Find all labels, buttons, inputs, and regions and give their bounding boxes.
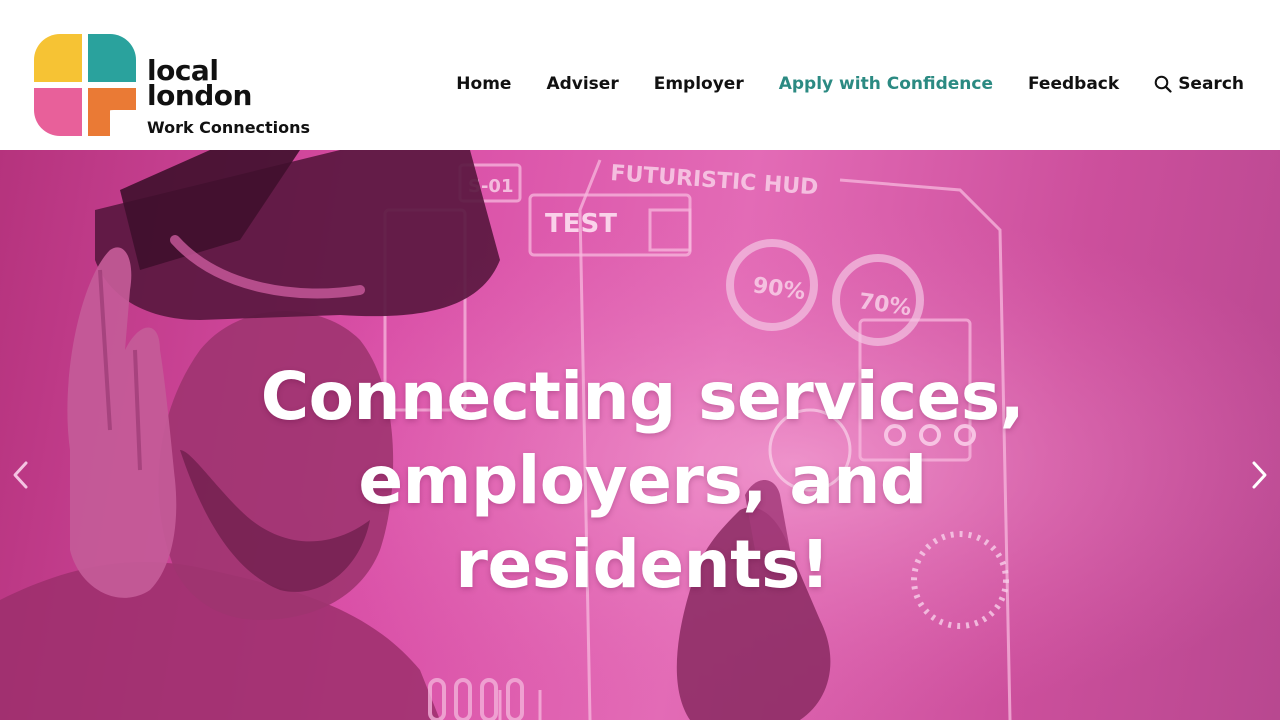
chevron-right-icon [1252, 461, 1267, 489]
logo-tagline: Work Connections [147, 118, 311, 137]
carousel-next-button[interactable] [1244, 455, 1274, 495]
nav-search-label: Search [1178, 74, 1244, 94]
nav-employer[interactable]: Employer [654, 74, 744, 94]
logo-line-2: london [147, 79, 252, 112]
site-header: local london Work Connections Home Advis… [0, 0, 1280, 150]
nav-home[interactable]: Home [456, 74, 511, 94]
hero-carousel: FUTURISTIC HUD S-01 TEST 90% 70% Connect… [0, 150, 1280, 720]
search-icon [1154, 75, 1172, 93]
carousel-prev-button[interactable] [6, 455, 36, 495]
site-logo[interactable]: local london Work Connections [34, 34, 324, 144]
main-nav: Home Adviser Employer Apply with Confide… [456, 70, 1244, 98]
hero-title: Connecting services, employers, and resi… [260, 358, 1025, 603]
hud-test: TEST [545, 209, 617, 239]
logo-wordmark: local london [147, 57, 252, 112]
nav-feedback[interactable]: Feedback [1028, 74, 1119, 94]
chevron-left-icon [13, 461, 28, 489]
nav-search[interactable]: Search [1154, 74, 1244, 94]
nav-apply-with-confidence[interactable]: Apply with Confidence [779, 74, 993, 94]
nav-adviser[interactable]: Adviser [546, 74, 618, 94]
logo-cross-icon [34, 34, 136, 136]
